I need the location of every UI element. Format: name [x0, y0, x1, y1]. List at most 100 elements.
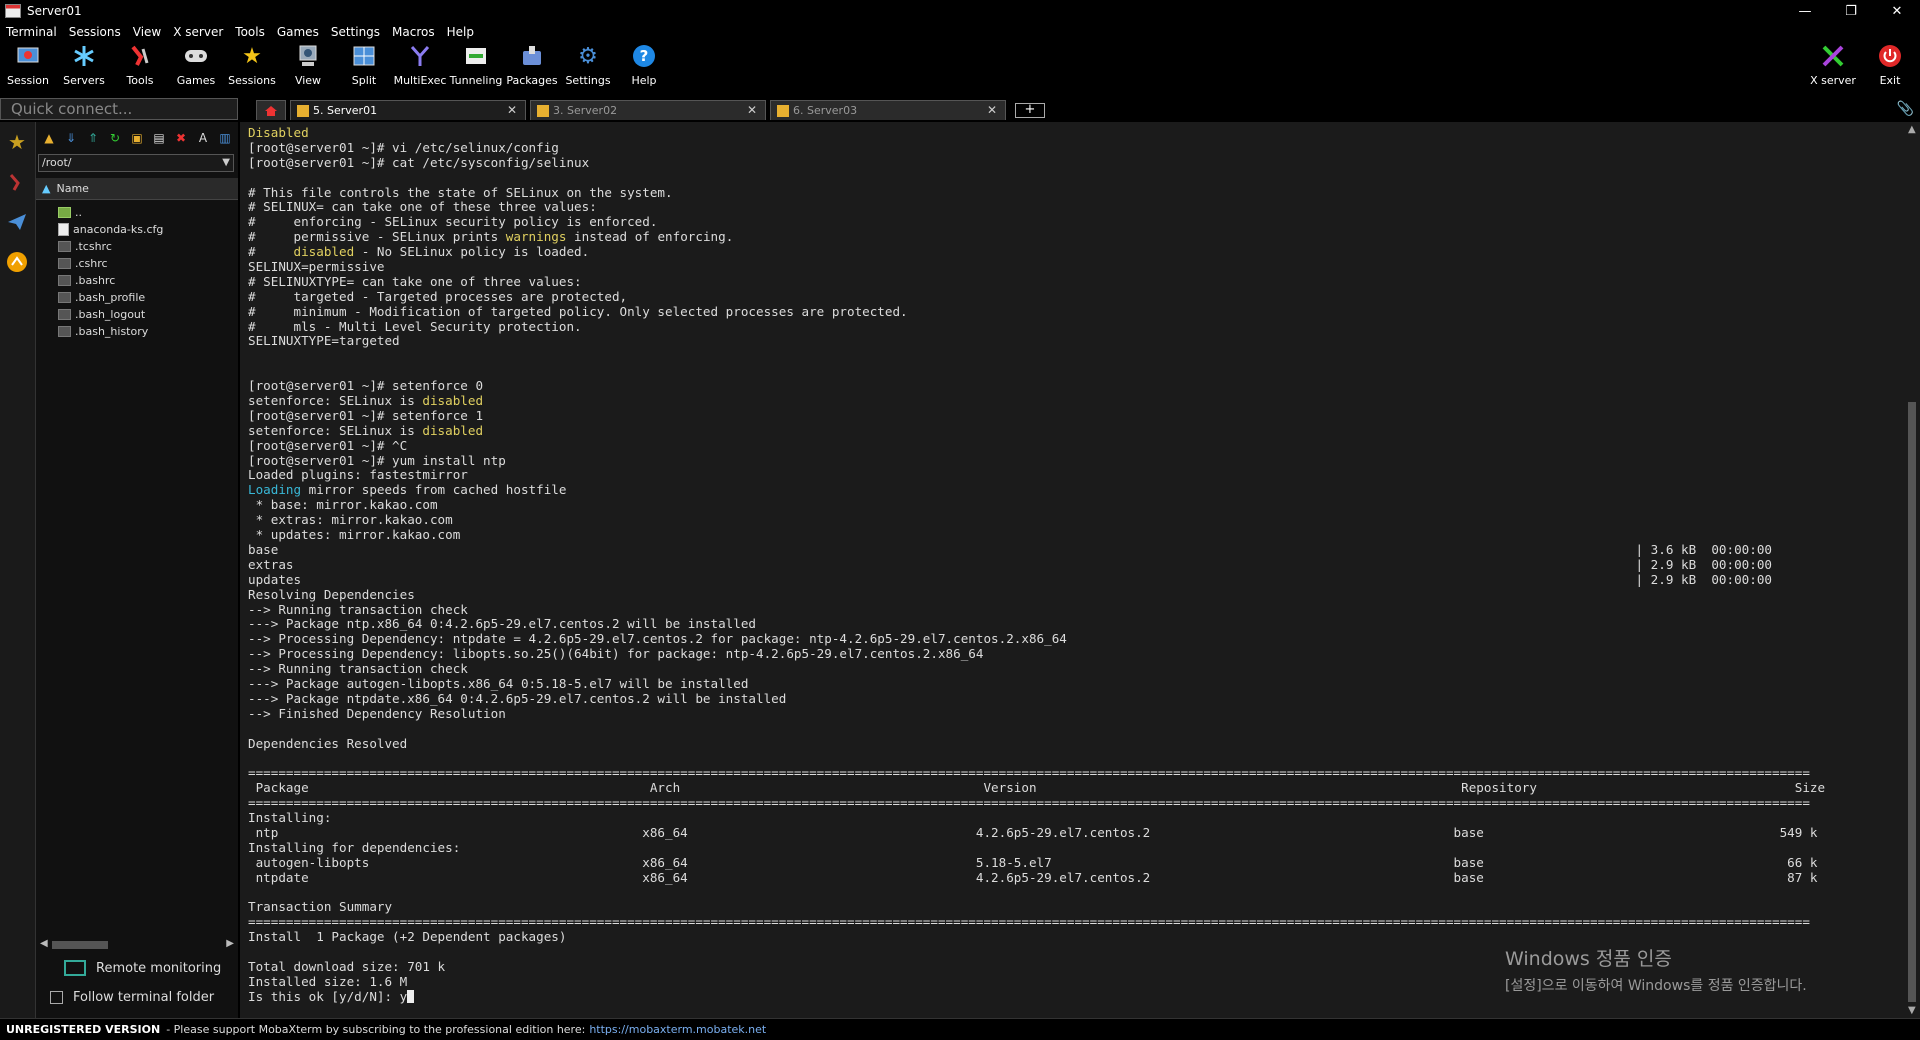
folder-up-icon[interactable]: ▲ [40, 129, 58, 147]
session-icon [16, 44, 40, 68]
chevron-up-icon[interactable]: ▲ [1908, 124, 1916, 135]
terminal-line: Transaction Summary [248, 899, 1825, 915]
menu-help[interactable]: Help [447, 25, 474, 39]
list-item[interactable]: .cshrc [36, 255, 238, 272]
view-button[interactable]: View [280, 44, 336, 90]
terminal-tab-icon [297, 104, 309, 117]
terminal-text: SELINUX=permissive [248, 259, 385, 275]
list-item[interactable]: .. [36, 204, 238, 221]
servers-button[interactable]: Servers [56, 44, 112, 90]
terminal-line: ========================================… [248, 795, 1825, 811]
terminal-line: SELINUX=permissive [248, 259, 1825, 275]
chevron-down-icon[interactable]: ▼ [1908, 1005, 1916, 1016]
scroll-thumb[interactable] [1908, 402, 1916, 1002]
terminal-line: ntp x86_64 4.2.6p5-29.el7.centos.2 base [248, 824, 1825, 841]
terminal-text: disabled [422, 422, 484, 438]
delete-icon[interactable]: ✖ [172, 129, 190, 147]
sftp-path-input[interactable]: /root/▼ [38, 154, 234, 172]
vertical-scrollbar[interactable]: ▲ ▼ [1904, 122, 1920, 1018]
send-icon[interactable] [0, 202, 34, 242]
new-folder-icon[interactable]: ▣ [128, 129, 146, 147]
follow-terminal-folder-checkbox[interactable]: Follow terminal folder [50, 990, 214, 1005]
sessions-star-icon[interactable]: ★ [0, 122, 34, 162]
file-icon [58, 326, 71, 337]
menu-sessions[interactable]: Sessions [69, 25, 121, 39]
tools-side-icon[interactable] [0, 162, 34, 202]
windows-activation-watermark: Windows 정품 인증 [설정]으로 이동하여 Windows를 정품 인증… [1505, 948, 1807, 994]
sftp-icon[interactable] [0, 242, 34, 282]
home-tab[interactable] [256, 100, 286, 120]
xserver-button[interactable]: X server [1805, 44, 1861, 90]
scroll-thumb[interactable] [52, 941, 108, 949]
checkbox[interactable] [50, 991, 63, 1004]
terminal-text: ---> Package autogen-libopts.x86_64 0:5.… [248, 675, 749, 691]
close-button[interactable]: ✕ [1874, 0, 1920, 22]
chevron-left-icon[interactable]: ◀ [40, 938, 48, 949]
menu-view[interactable]: View [133, 25, 161, 39]
chevron-down-icon[interactable]: ▼ [222, 155, 230, 171]
restore-button[interactable]: ❐ [1828, 0, 1874, 22]
terminal-text: updates | 2.9 kB 00:00:00 [248, 571, 1772, 587]
new-file-icon[interactable]: ▤ [150, 129, 168, 147]
terminal-line: Install 1 Package (+2 Dependent packages… [248, 929, 1825, 945]
terminal-text: Disabled [248, 125, 309, 140]
terminal-text: * extras: mirror.kakao.com [248, 512, 453, 528]
upload-icon[interactable]: ⇑ [84, 129, 102, 147]
terminal-text: --> Processing Dependency: libopts.so.25… [248, 646, 984, 662]
list-item[interactable]: .bashrc [36, 272, 238, 289]
quick-connect-input[interactable]: Quick connect... [0, 98, 238, 120]
terminal-text: base | 3.6 kB 00:00:00 [248, 541, 1772, 557]
paperclip-icon[interactable]: 📎 [1897, 101, 1914, 117]
menu-macros[interactable]: Macros [392, 25, 435, 39]
rename-icon[interactable]: A [194, 129, 212, 147]
list-item[interactable]: .bash_history [36, 323, 238, 340]
help-icon: ? [632, 44, 656, 68]
menu-settings[interactable]: Settings [331, 25, 380, 39]
settings-button[interactable]: ⚙ Settings [560, 44, 616, 90]
menu-terminal[interactable]: Terminal [6, 25, 57, 39]
tab-server01[interactable]: 5. Server01 ✕ [290, 100, 526, 120]
multiexec-button[interactable]: MultiExec [392, 44, 448, 90]
split-button[interactable]: Split [336, 44, 392, 90]
sessions-button[interactable]: ★ Sessions [224, 44, 280, 90]
terminal-view[interactable]: Disabled [root@server01 ~]# vi /etc/selin… [240, 122, 1904, 1018]
tab-server02[interactable]: 3. Server02 ✕ [530, 100, 766, 120]
tools-button[interactable]: Tools [112, 44, 168, 90]
terminal-text: ntp x86_64 4.2.6p5-29.el7.centos.2 base [248, 824, 1818, 840]
close-tab-icon[interactable]: ✕ [987, 103, 997, 117]
tab-server03[interactable]: 6. Server03 ✕ [770, 100, 1006, 120]
list-item[interactable]: .bash_profile [36, 289, 238, 306]
refresh-icon[interactable]: ↻ [106, 129, 124, 147]
exit-button[interactable]: Exit [1862, 44, 1918, 90]
menu-games[interactable]: Games [277, 25, 319, 39]
packages-icon [520, 44, 544, 68]
download-icon[interactable]: ⇓ [62, 129, 80, 147]
list-item[interactable]: .bash_logout [36, 306, 238, 323]
terminal-text: setenforce: SELinux is [248, 422, 423, 438]
properties-icon[interactable]: ▥ [216, 129, 234, 147]
session-button[interactable]: Session [0, 44, 56, 90]
close-tab-icon[interactable]: ✕ [507, 103, 517, 117]
menu-tools[interactable]: Tools [235, 25, 265, 39]
list-item[interactable]: .tcshrc [36, 238, 238, 255]
terminal-text: * base: mirror.kakao.com [248, 497, 438, 513]
chevron-right-icon[interactable]: ▶ [226, 938, 234, 949]
mobaxterm-link[interactable]: https://mobaxterm.mobatek.net [589, 1023, 766, 1036]
close-tab-icon[interactable]: ✕ [747, 103, 757, 117]
terminal-text: --> Finished Dependency Resolution [248, 705, 506, 721]
tunneling-button[interactable]: Tunneling [448, 44, 504, 90]
new-tab-button[interactable]: + [1015, 103, 1045, 118]
file-icon [58, 258, 71, 269]
games-button[interactable]: Games [168, 44, 224, 90]
remote-monitoring-button[interactable]: Remote monitoring [64, 960, 221, 976]
minimize-button[interactable]: — [1782, 0, 1828, 22]
column-header-name[interactable]: ▲ Name [36, 178, 238, 200]
terminal-cursor [407, 989, 415, 1003]
terminal-line: Installing for dependencies: [248, 840, 1825, 856]
help-button[interactable]: ? Help [616, 44, 672, 90]
menu-xserver[interactable]: X server [173, 25, 223, 39]
horizontal-scrollbar[interactable]: ◀ ▶ [40, 938, 234, 952]
packages-button[interactable]: Packages [504, 44, 560, 90]
list-item[interactable]: anaconda-ks.cfg [36, 221, 238, 238]
